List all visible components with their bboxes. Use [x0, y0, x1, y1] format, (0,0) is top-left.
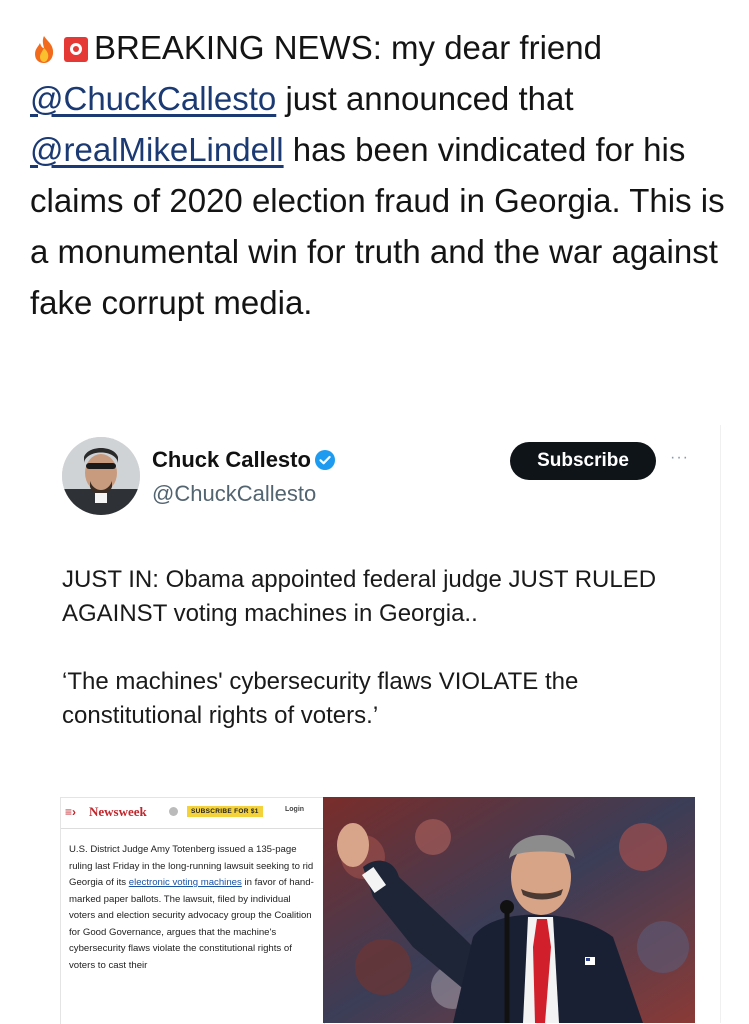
photo-image	[323, 797, 695, 1023]
avatar[interactable]	[62, 437, 140, 515]
more-options-icon[interactable]: ···	[670, 449, 689, 467]
menu-icon: ≡›	[65, 805, 76, 819]
newsweek-header: ≡› Newsweek SUBSCRIBE FOR $1 Login	[61, 798, 324, 829]
newsweek-login-link: Login	[285, 806, 305, 813]
mention-link-chuckcallesto[interactable]: @ChuckCallesto	[30, 80, 276, 117]
subscribe-button[interactable]: Subscribe	[510, 442, 656, 480]
newsweek-screenshot[interactable]: ≡› Newsweek SUBSCRIBE FOR $1 Login U.S. …	[60, 797, 325, 1024]
tweet-paragraph-2: ‘The machines' cybersecurity flaws VIOLA…	[62, 668, 579, 729]
author-name[interactable]: Chuck Callesto	[152, 447, 335, 473]
post-text: BREAKING NEWS: my dear friend @ChuckCall…	[30, 22, 730, 328]
tweet-text: JUST IN: Obama appointed federal judge J…	[62, 563, 712, 733]
newsweek-subscribe-button: SUBSCRIBE FOR $1	[187, 806, 263, 817]
newsweek-logo: Newsweek	[89, 804, 147, 819]
account-icon	[169, 807, 178, 816]
post-text-part: just announced that	[285, 80, 574, 117]
fire-icon	[35, 36, 54, 63]
tweet-paragraph-1: JUST IN: Obama appointed federal judge J…	[62, 566, 657, 627]
mike-lindell-photo[interactable]	[323, 797, 695, 1023]
siren-icon	[64, 37, 88, 62]
embedded-tweet-card: Chuck Callesto @ChuckCallesto Subscribe …	[40, 425, 721, 1024]
article-excerpt: U.S. District Judge Amy Totenberg issued…	[69, 844, 314, 971]
avatar-photo	[62, 437, 140, 515]
verified-badge-icon	[314, 450, 335, 470]
article-link: electronic voting machines	[128, 877, 242, 888]
mention-link-reallindell[interactable]: @realMikeLindell	[30, 131, 284, 168]
author-handle[interactable]: @ChuckCallesto	[152, 481, 316, 507]
post-prefix: BREAKING NEWS: my dear friend	[94, 29, 602, 66]
